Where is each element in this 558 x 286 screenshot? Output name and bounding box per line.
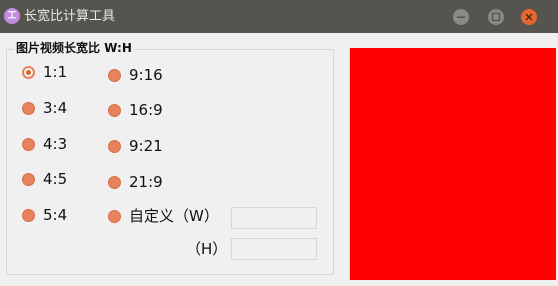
radio-icon [108,209,121,223]
radio-label: 9:16 [129,66,163,84]
radio-icon [108,175,121,189]
height-label: （H） [186,240,228,258]
radio-label: 9:21 [129,137,163,155]
radio-label: 3:4 [43,99,68,117]
radio-4-5[interactable]: 4:5 [22,168,67,190]
radio-label: 5:4 [43,206,68,224]
radio-icon [22,101,35,115]
radio-9-16[interactable]: 9:16 [108,64,163,86]
title-bar[interactable]: 工 长宽比计算工具 [0,0,558,33]
group-title: 图片视频长宽比 W:H [14,40,134,56]
window-title: 长宽比计算工具 [24,9,116,24]
radio-icon [108,139,121,153]
maximize-button[interactable] [488,9,504,25]
radio-label: 4:5 [43,170,68,188]
radio-icon [22,137,35,151]
radio-5-4[interactable]: 5:4 [22,204,67,226]
radio-4-3[interactable]: 4:3 [22,133,67,155]
custom-width-input[interactable] [231,207,317,229]
radio-checked-icon [22,65,35,79]
radio-icon [108,68,121,82]
close-button[interactable] [521,9,537,25]
close-icon [525,13,533,21]
app-icon: 工 [4,8,20,24]
minimize-icon [457,16,465,18]
aspect-ratio-preview [349,48,556,280]
radio-label: 自定义（W） [129,207,219,225]
radio-3-4[interactable]: 3:4 [22,97,67,119]
radio-icon [22,172,35,186]
radio-icon [22,208,35,222]
radio-label: 1:1 [43,63,68,81]
custom-height-input[interactable] [231,238,317,260]
radio-21-9[interactable]: 21:9 [108,171,163,193]
radio-custom[interactable]: 自定义（W） [108,205,219,227]
minimize-button[interactable] [453,9,469,25]
radio-16-9[interactable]: 16:9 [108,99,163,121]
radio-1-1[interactable]: 1:1 [22,61,67,83]
maximize-icon [491,12,501,22]
radio-icon [108,103,121,117]
radio-9-21[interactable]: 9:21 [108,135,163,157]
radio-label: 4:3 [43,135,68,153]
main-window: 图片视频长宽比 W:H 1:1 3:4 4:3 4:5 5:4 9:16 16:… [0,33,558,286]
radio-label: 16:9 [129,101,163,119]
radio-label: 21:9 [129,173,163,191]
